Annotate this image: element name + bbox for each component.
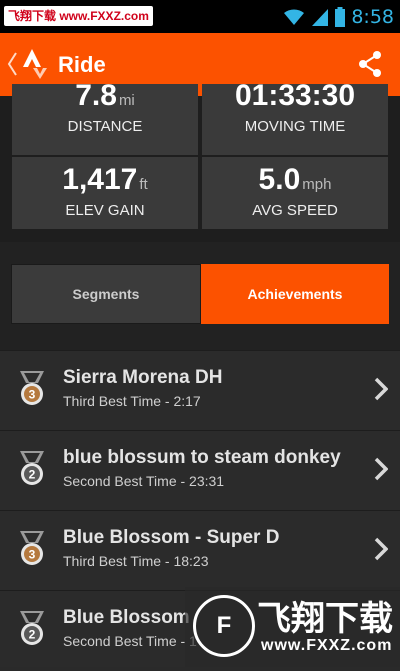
share-icon[interactable] <box>358 51 382 77</box>
watermark-logo: F <box>193 595 255 657</box>
stat-unit: mi <box>118 92 135 109</box>
tab-achievements[interactable]: Achievements <box>201 264 389 324</box>
stats-panel: 7.8 mi DISTANCE 01:33:30 MOVING TIME 1,41… <box>0 80 400 242</box>
tab-segments[interactable]: Segments <box>11 264 201 324</box>
silver-medal-icon: 2 <box>20 611 44 645</box>
stat-label: DISTANCE <box>67 118 143 135</box>
medal-rank: 2 <box>29 628 36 642</box>
chevron-right-icon <box>374 457 388 481</box>
achievement-detail: Third Best Time - 18:23 <box>63 553 209 569</box>
bronze-medal-icon: 3 <box>20 371 44 405</box>
achievement-detail: Second Best Time - 23:31 <box>63 473 225 489</box>
achievement-detail: Second Best Time - 1 <box>63 633 197 649</box>
medal-rank: 2 <box>29 468 36 482</box>
back-chevron-icon[interactable] <box>6 51 18 77</box>
watermark-text: 飞翔下载 <box>257 600 393 638</box>
signal-icon <box>312 8 329 26</box>
stat-label: ELEV GAIN <box>65 202 145 219</box>
segment-name: Blue Blossom - Super D <box>63 527 280 548</box>
chevron-right-icon <box>374 377 388 401</box>
status-bar: 飞翔下载 www.FXXZ.com 8:58 <box>0 0 400 33</box>
achievements-list: 3 Sierra Morena DH Third Best Time - 2:1… <box>0 350 400 667</box>
segment-name: blue blossum to steam donkey <box>63 447 341 468</box>
status-clock: 8:58 <box>351 5 394 28</box>
stat-value: 7.8 <box>75 79 117 112</box>
medal-rank: 3 <box>29 388 36 402</box>
list-item[interactable]: 3 Blue Blossom - Super D Third Best Time… <box>0 510 400 591</box>
watermark-banner: 飞翔下载 www.FXXZ.com <box>4 6 153 26</box>
silver-medal-icon: 2 <box>20 451 44 485</box>
stat-unit: ft <box>139 176 148 193</box>
battery-icon <box>335 6 346 27</box>
bronze-medal-icon: 3 <box>20 531 44 565</box>
stat-value: 5.0 <box>258 163 301 196</box>
list-item[interactable]: 2 blue blossum to steam donkey Second Be… <box>0 430 400 511</box>
status-icons: 8:58 <box>283 0 394 33</box>
page-title: Ride <box>58 52 106 77</box>
tabs-area: Segments Achievements <box>0 242 400 350</box>
wifi-icon <box>284 8 305 25</box>
stat-distance: 7.8 mi DISTANCE <box>12 80 198 155</box>
stat-avg-speed: 5.0 mph AVG SPEED <box>202 157 388 229</box>
segment-tabs: Segments Achievements <box>11 264 389 324</box>
strava-logo-icon[interactable] <box>22 49 48 79</box>
segment-name: Blue Blossom <box>63 607 190 628</box>
segment-name: Sierra Morena DH <box>63 367 223 388</box>
chevron-right-icon <box>374 537 388 561</box>
stat-moving-time: 01:33:30 MOVING TIME <box>202 80 388 155</box>
stat-label: MOVING TIME <box>244 118 346 135</box>
stat-value: 1,417 <box>62 163 138 196</box>
stat-value: 01:33:30 <box>234 79 356 112</box>
watermark-url: www.FXXZ.com <box>261 637 393 654</box>
stat-label: AVG SPEED <box>252 202 338 219</box>
stat-elev-gain: 1,417 ft ELEV GAIN <box>12 157 198 229</box>
medal-rank: 3 <box>29 548 36 562</box>
achievement-detail: Third Best Time - 2:17 <box>63 393 201 409</box>
list-item[interactable]: 3 Sierra Morena DH Third Best Time - 2:1… <box>0 350 400 431</box>
stat-unit: mph <box>302 176 332 193</box>
watermark-overlay: F 飞翔下载 www.FXXZ.com <box>185 587 400 667</box>
